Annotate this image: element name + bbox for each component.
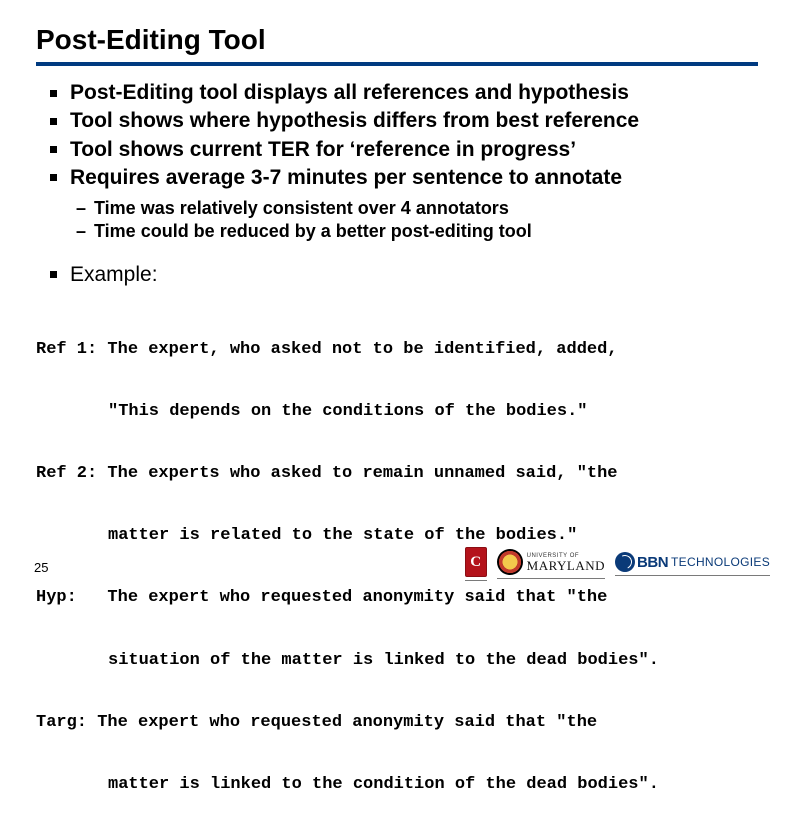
example-hyp-line2: situation of the matter is linked to the… [36, 651, 758, 672]
bbn-logo: BBN TECHNOLOGIES [615, 552, 770, 576]
sub-bullets: Time was relatively consistent over 4 an… [36, 197, 758, 244]
bullet-item: Requires average 3-7 minutes per sentenc… [36, 165, 758, 191]
example-targ-line1: Targ: The expert who requested anonymity… [36, 713, 758, 734]
umd-logo: UNIVERSITY OF MARYLAND [497, 549, 605, 579]
slide-title: Post-Editing Tool [0, 0, 794, 62]
bullet-item: Tool shows where hypothesis differs from… [36, 108, 758, 134]
bbn-rest-text: TECHNOLOGIES [671, 555, 770, 569]
cu-logo-icon: C [465, 547, 487, 577]
example-ref2-line2: matter is related to the state of the bo… [36, 526, 758, 547]
bullet-item: Post-Editing tool displays all reference… [36, 80, 758, 106]
sub-bullet-item: Time could be reduced by a better post-e… [36, 220, 758, 243]
example-targ-line2: matter is linked to the condition of the… [36, 775, 758, 796]
main-bullets: Post-Editing tool displays all reference… [36, 80, 758, 191]
bbn-bold-text: BBN [637, 554, 668, 571]
slide-content: Post-Editing tool displays all reference… [0, 80, 794, 837]
slide: Post-Editing Tool Post-Editing tool disp… [0, 0, 794, 595]
example-ref2-line1: Ref 2: The experts who asked to remain u… [36, 464, 758, 485]
cu-logo: C [465, 547, 487, 581]
umd-big-text: MARYLAND [527, 559, 605, 572]
bullet-item: Tool shows current TER for ‘reference in… [36, 137, 758, 163]
sub-bullet-item: Time was relatively consistent over 4 an… [36, 197, 758, 220]
umd-text: UNIVERSITY OF MARYLAND [527, 553, 605, 572]
example-ref1-line1: Ref 1: The expert, who asked not to be i… [36, 340, 758, 361]
example-hyp-line1: Hyp: The expert who requested anonymity … [36, 588, 758, 609]
title-underline [36, 62, 758, 66]
footer-logos: C UNIVERSITY OF MARYLAND BBN TECHNOLOGIE… [465, 547, 770, 581]
page-number: 25 [34, 560, 48, 575]
example-heading: Example: [36, 262, 758, 288]
umd-seal-icon [497, 549, 523, 575]
example-ref1-line2: "This depends on the conditions of the b… [36, 402, 758, 423]
bbn-mark-icon [615, 552, 635, 572]
